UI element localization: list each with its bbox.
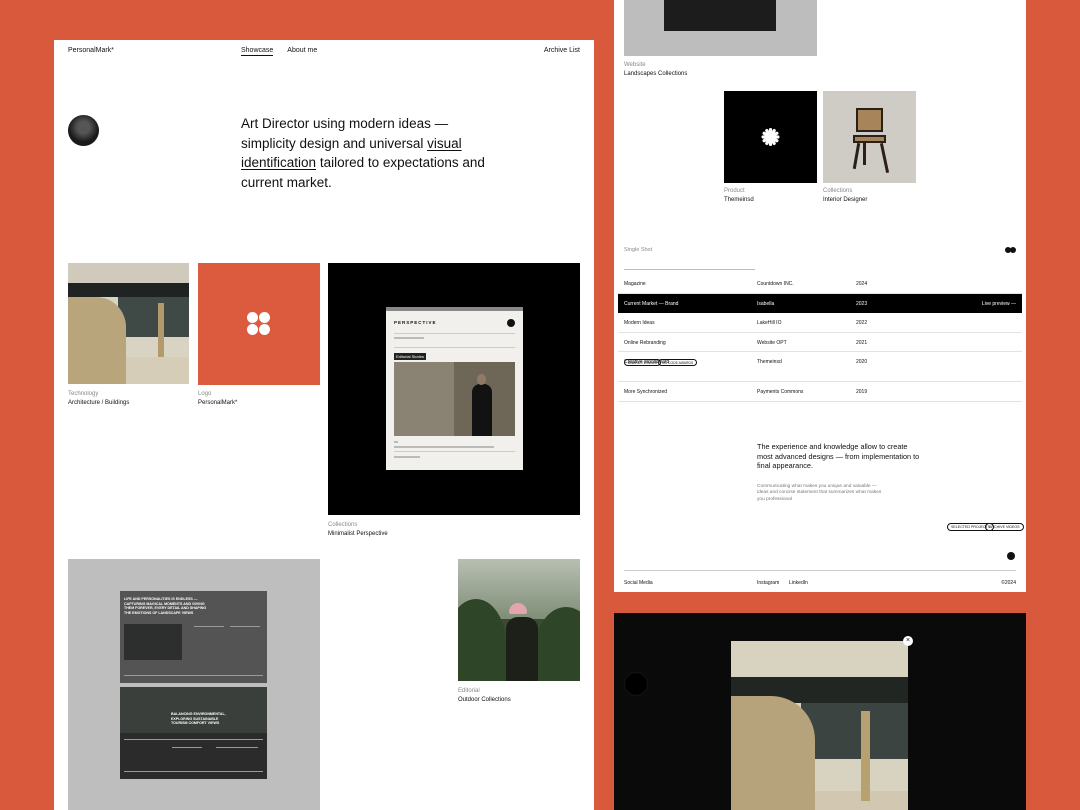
work-title[interactable]: PersonalMark*	[198, 399, 237, 408]
magazine-title: PERSPECTIVE	[394, 320, 437, 325]
work-category: Product	[724, 188, 745, 194]
work-title[interactable]: Architecture / Buildings	[68, 399, 129, 408]
lightbox-image[interactable]	[731, 641, 908, 810]
logo-mark-icon	[247, 312, 258, 323]
top-nav: PersonalMark* Showcase About me Archive …	[54, 40, 594, 64]
footer-divider	[624, 570, 1016, 571]
cell-year: 2024	[856, 281, 868, 287]
cell-client: Payments Commons	[757, 389, 804, 395]
nav-link-archive[interactable]: Archive List	[544, 47, 580, 54]
magazine-photo	[394, 362, 515, 436]
cursor-circle	[624, 672, 648, 696]
work-title[interactable]: Minimalist Perspective	[328, 530, 388, 539]
work-image-product[interactable]	[724, 91, 817, 183]
table-row[interactable]: Creative Moodboard Themeinsd 2020 AWARDS…	[618, 352, 1022, 382]
footer-label: Social Media	[624, 580, 653, 586]
cell-project: Magazine	[624, 281, 646, 287]
projects-table: Magazine Countdown INC. 2024 Current Mar…	[618, 274, 1022, 402]
nav-link-about[interactable]: About me	[287, 47, 317, 56]
work-category: Collections	[823, 188, 853, 194]
main-page: PersonalMark* Showcase About me Archive …	[54, 40, 594, 810]
hero-statement: Art Director using modern ideas — simpli…	[241, 114, 501, 192]
nav-link-showcase[interactable]: Showcase	[241, 47, 274, 56]
work-caption-product: Product Themeinsd	[724, 187, 754, 204]
table-row[interactable]: Online Rebranding Website OPT 2021	[618, 333, 1022, 352]
cell-year: 2021	[856, 339, 868, 346]
work-category: Editorial	[458, 688, 480, 694]
spread-headline: LIFE AND PERSONALITIES IS ENDLESS — CAPT…	[124, 597, 207, 615]
work-title[interactable]: Landscapes Collections	[624, 70, 687, 79]
work-caption-perspective: Collections Minimalist Perspective	[328, 521, 388, 538]
work-category: Website	[624, 62, 646, 68]
close-icon[interactable]: ×	[903, 636, 913, 646]
work-category: Collections	[328, 522, 358, 528]
work-title[interactable]: Interior Designer	[823, 196, 867, 205]
work-caption-logo: Logo PersonalMark*	[198, 390, 237, 407]
cell-project: Modern Ideas	[624, 320, 655, 326]
work-image-landscapes[interactable]	[624, 0, 817, 56]
work-category: Technology	[68, 391, 99, 397]
nav-links: Showcase About me	[241, 47, 317, 56]
table-row[interactable]: Magazine Countdown INC. 2024	[618, 274, 1022, 294]
spread-headline-2: BALANCING ENVIRONMENTAL, EXPLORING SUSTA…	[171, 712, 226, 726]
footer-link-instagram[interactable]: Instagram	[757, 580, 779, 586]
magazine-mockup: PERSPECTIVE Editorial Stories	[386, 307, 523, 470]
lightbox-page: ×	[614, 613, 1026, 810]
work-image-outdoor[interactable]	[458, 559, 580, 681]
cell-project: Current Market — Brand	[624, 300, 679, 307]
cell-client: LakeHill IO	[757, 320, 782, 326]
table-row[interactable]: More Synchronized Payments Commons 2019	[618, 382, 1022, 402]
scroll-top-icon[interactable]	[1007, 552, 1015, 560]
work-image-architecture[interactable]	[68, 263, 189, 384]
magazine-tag: Editorial Stories	[394, 353, 427, 360]
work-title[interactable]: Themeinsd	[724, 196, 754, 205]
cell-year: 2019	[856, 389, 868, 395]
work-caption-chair: Collections Interior Designer	[823, 187, 867, 204]
work-caption-architecture: Technology Architecture / Buildings	[68, 390, 129, 407]
view-toggle-icon[interactable]	[1005, 247, 1017, 253]
work-image-perspective[interactable]: PERSPECTIVE Editorial Stories	[328, 263, 580, 515]
spread-page-2: BALANCING ENVIRONMENTAL, EXPLORING SUSTA…	[120, 687, 267, 779]
award-chip: NO CODE AWARDS	[658, 359, 698, 366]
experience-subtext: Communicating what makes you unique and …	[757, 484, 882, 502]
footer-link-linkedin[interactable]: LinkedIn	[789, 580, 808, 586]
work-image-logo[interactable]	[198, 263, 320, 385]
award-chip: AWARDS WINNER	[624, 359, 662, 366]
brand-logo[interactable]: PersonalMark*	[68, 47, 114, 54]
table-row[interactable]: Modern Ideas LakeHill IO 2022	[618, 313, 1022, 333]
cell-client: Isabella	[757, 300, 775, 307]
table-row-active[interactable]: Current Market — Brand Isabella 2023 Liv…	[618, 293, 1022, 313]
cell-client: Website OPT	[757, 339, 787, 346]
cell-year: 2020	[856, 359, 868, 365]
cell-client: Countdown INC.	[757, 281, 794, 287]
cell-year: 2022	[856, 320, 868, 326]
live-preview-link[interactable]: Live preview —	[982, 301, 1016, 307]
archive-videos-button[interactable]: ARCHIVE VIDEOS	[985, 523, 1024, 531]
spread-page-1: LIFE AND PERSONALITIES IS ENDLESS — CAPT…	[120, 591, 267, 683]
work-image-chair[interactable]	[823, 91, 916, 183]
asterisk-icon	[761, 128, 780, 146]
section-label: Single Shot	[624, 247, 653, 253]
work-image-spreads[interactable]: LIFE AND PERSONALITIES IS ENDLESS — CAPT…	[68, 559, 320, 810]
work-category: Logo	[198, 391, 212, 397]
cell-project: More Synchronized	[624, 389, 668, 395]
experience-statement: The experience and knowledge allow to cr…	[757, 442, 920, 471]
footer-copyright: ©2024	[1001, 580, 1016, 586]
cell-year: 2023	[856, 300, 868, 307]
work-caption-outdoor: Editorial Outdoor Collections	[458, 687, 511, 704]
divider	[624, 269, 755, 270]
hero-text-pre: Art Director using modern ideas — simpli…	[241, 116, 449, 151]
work-caption-landscapes: Website Landscapes Collections	[624, 61, 687, 78]
cell-project: Online Rebranding	[624, 339, 666, 346]
work-title[interactable]: Outdoor Collections	[458, 696, 511, 705]
cell-client: Themeinsd	[757, 359, 782, 365]
avatar	[68, 115, 99, 146]
archive-page: Website Landscapes Collections Product T…	[614, 0, 1026, 592]
magazine-dot-icon	[507, 319, 515, 327]
